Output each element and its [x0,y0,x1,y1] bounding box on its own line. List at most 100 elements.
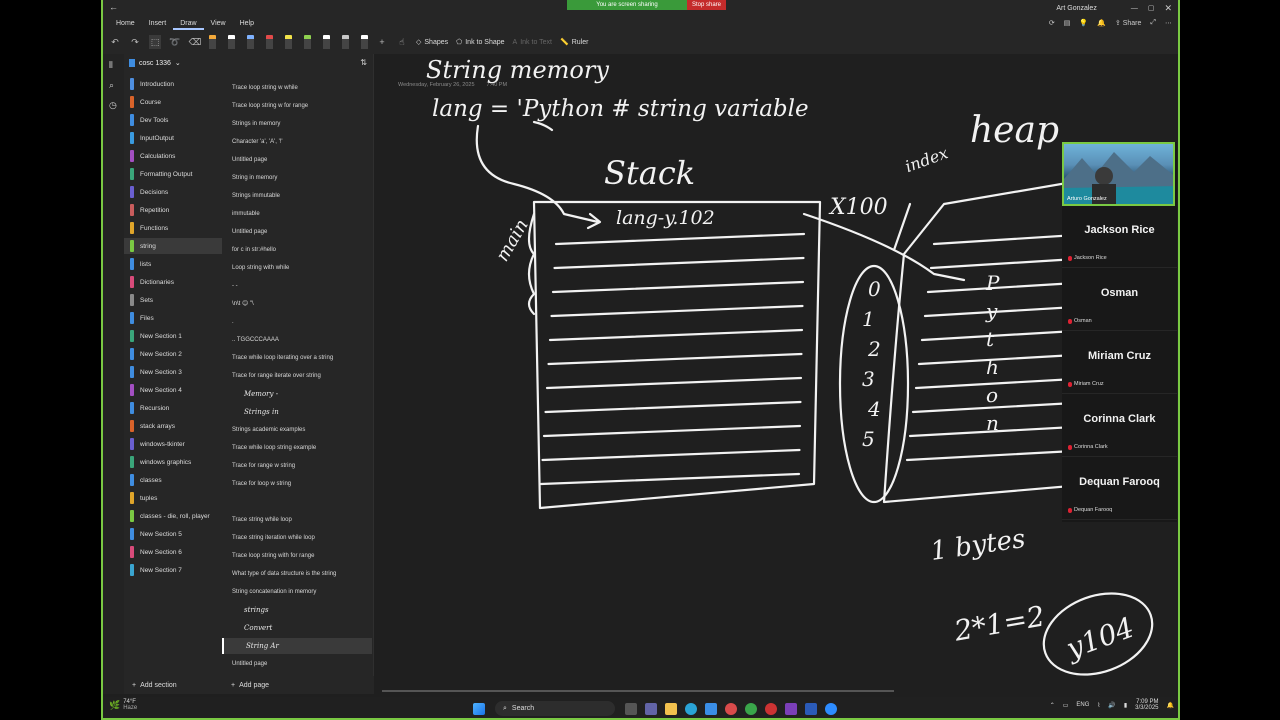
page-item[interactable]: strings [222,602,372,618]
page-item[interactable]: Trace for range iterate over string [222,368,372,384]
participant-tile[interactable]: Dequan Farooq Dequan Farooq [1062,458,1177,520]
page-item[interactable]: String Ar [222,638,372,654]
tray-chevron-icon[interactable]: ⌃ [1050,702,1055,709]
select-icon[interactable]: ⬚ [149,35,161,49]
edge-icon[interactable] [685,702,697,715]
store-icon[interactable] [705,702,717,715]
pen-8-icon[interactable] [342,35,349,49]
page-item[interactable]: Character 'a', 'A', '!' [222,134,372,150]
section-item[interactable]: Sets [124,292,222,308]
pen-5-icon[interactable] [285,35,292,49]
page-item[interactable]: immutable [222,206,372,222]
wifi-icon[interactable]: ⌇ [1097,702,1100,709]
taskbar-search[interactable]: ⌕ Search [495,701,615,716]
page-item[interactable]: Trace loop string w while [222,80,372,96]
tab-home[interactable]: Home [109,18,142,30]
teams-icon[interactable] [645,702,657,715]
notebooks-icon[interactable]: ⫴ [109,60,113,71]
section-item[interactable]: Formatting Output [124,166,222,182]
search-icon[interactable]: ⌕ [109,80,114,91]
pen-6-icon[interactable] [304,35,311,49]
tab-help[interactable]: Help [233,18,261,30]
page-item[interactable]: Untitled page [222,656,372,672]
page-item[interactable]: Trace loop string w for range [222,98,372,114]
section-item[interactable]: Recursion [124,400,222,416]
section-item[interactable]: New Section 4 [124,382,222,398]
tab-view[interactable]: View [204,18,233,30]
section-item[interactable]: New Section 6 [124,544,222,560]
tab-insert[interactable]: Insert [142,18,174,30]
eraser-icon[interactable]: ⌫ [189,35,202,49]
section-item[interactable]: Repetition [124,202,222,218]
clock[interactable]: 7:09 PM 3/3/2025 [1135,699,1158,711]
stop-share-button[interactable]: Stop share [687,0,727,10]
page-item[interactable]: Convert [222,620,372,636]
pen-2-icon[interactable] [228,35,235,49]
participant-tile[interactable]: Osman Osman [1062,269,1177,331]
section-item[interactable]: Dev Tools [124,112,222,128]
section-item[interactable]: Introduction [124,76,222,92]
battery-icon[interactable]: ▮ [1124,702,1127,709]
share-button[interactable]: ⇪ Share [1115,19,1142,28]
page-item[interactable]: Strings in [222,404,372,420]
zoom-icon[interactable] [825,702,837,715]
pen-9-icon[interactable] [361,35,368,49]
ruler-button[interactable]: 📏 Ruler [560,38,588,47]
bell-icon[interactable]: 🔔 [1097,19,1106,27]
ink-to-shape-button[interactable]: ⬠ Ink to Shape [456,38,504,47]
notebook-selector[interactable]: cosc 1336 ⌄ [129,59,181,67]
app-icon[interactable] [725,702,737,715]
section-item[interactable]: Course [124,94,222,110]
page-item[interactable]: Trace while loop string example [222,440,372,456]
section-item[interactable]: Decisions [124,184,222,200]
page-item[interactable]: String concatenation in memory [222,584,372,600]
lang-indicator[interactable]: ENG [1076,702,1089,708]
participant-tile[interactable]: Corinna Clark Corinna Clark [1062,395,1177,457]
section-item[interactable]: Functions [124,220,222,236]
self-video-tile[interactable]: Arturo Gonzalez [1062,142,1175,206]
page-item[interactable]: Trace string iteration while loop [222,530,372,546]
section-item[interactable]: windows graphics [124,454,222,470]
ink-to-text-button[interactable]: A Ink to Text [513,39,552,46]
onenote-icon[interactable] [785,702,797,715]
more-icon[interactable]: ⋯ [1165,19,1172,27]
back-icon[interactable]: ← [109,2,118,12]
redo-icon[interactable]: ↷ [129,35,141,49]
section-item[interactable]: windows-tkinter [124,436,222,452]
add-page-button[interactable]: + Add page [231,682,269,689]
section-item[interactable]: InputOutput [124,130,222,146]
section-item[interactable]: string [124,238,222,254]
section-item[interactable]: stack arrays [124,418,222,434]
task-view-icon[interactable] [625,702,637,715]
page-item[interactable]: Memory - [222,386,372,402]
pen-3-icon[interactable] [247,35,254,49]
section-item[interactable]: New Section 1 [124,328,222,344]
touch-draw-icon[interactable]: ☝ [396,35,408,49]
close-icon[interactable]: ✕ [1164,3,1172,14]
section-item[interactable]: New Section 5 [124,526,222,542]
section-item[interactable]: New Section 3 [124,364,222,380]
tray-app-icon[interactable]: ▭ [1063,702,1069,709]
volume-icon[interactable]: 🔊 [1108,702,1115,709]
page-item[interactable]: Strings immutable [222,188,372,204]
section-item[interactable]: Dictionaries [124,274,222,290]
page-item[interactable]: Untitled page [222,224,372,240]
recent-icon[interactable]: ◷ [109,100,117,111]
page-item[interactable]: Trace while loop iterating over a string [222,350,372,366]
file-explorer-icon[interactable] [665,702,677,715]
expand-icon[interactable]: ⤢ [1150,19,1156,27]
app2-icon[interactable] [765,702,777,715]
section-item[interactable]: classes - die, roll, player [124,508,222,524]
undo-icon[interactable]: ↶ [109,35,121,49]
tab-draw[interactable]: Draw [173,18,204,30]
pen-1-icon[interactable] [209,35,216,49]
section-item[interactable]: lists [124,256,222,272]
pen-7-icon[interactable] [323,35,330,49]
page-item[interactable]: Trace for loop w string [222,476,372,492]
add-pen-icon[interactable]: + [376,35,388,49]
page-item[interactable]: Trace for range w string [222,458,372,474]
user-name[interactable]: Art Gonzalez [1056,5,1096,12]
lightbulb-icon[interactable]: 💡 [1079,19,1088,27]
section-item[interactable]: Calculations [124,148,222,164]
notification-icon[interactable]: 🔔 [1167,702,1174,709]
